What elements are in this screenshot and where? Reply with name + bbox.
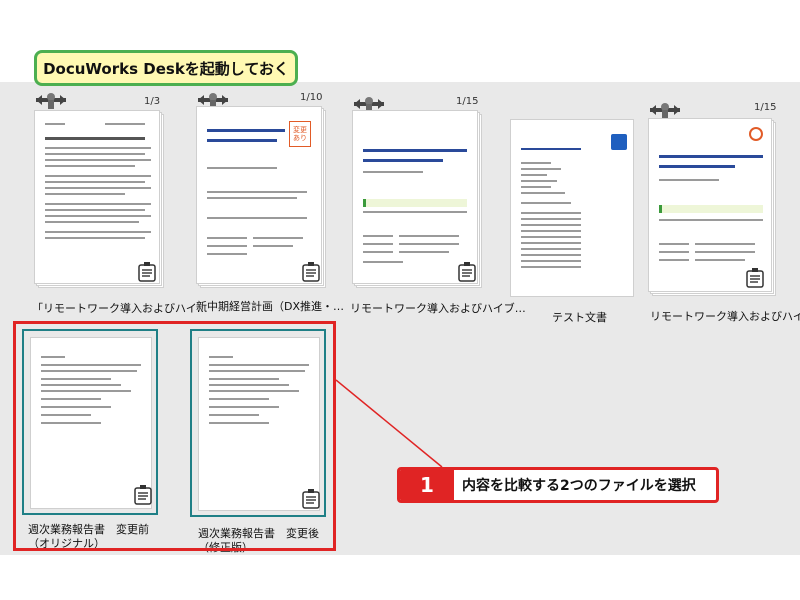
document-thumbnail-5[interactable]: 1/15 リモートワーク導入およびハイ (646, 98, 800, 328)
document-caption: テスト文書 (552, 311, 607, 324)
document-icon (458, 262, 476, 282)
docuworks-desk-window: DocuWorks Deskを起動しておく 1/3 「リモートワーク導入およびハ… (0, 0, 800, 600)
document-thumbnail-3[interactable]: 1/15 リモートワーク導入およびハイブ… (346, 92, 526, 322)
printer-icon (611, 134, 627, 150)
document-page: 変更あり (196, 106, 322, 284)
document-caption: 「リモートワーク導入およびハイ… (32, 302, 208, 315)
document-page (352, 110, 478, 284)
step-instruction: 内容を比較する2つのファイルを選択 (462, 478, 696, 494)
page-count: 1/10 (300, 92, 323, 103)
stamp-mark (749, 127, 763, 141)
document-icon (302, 262, 320, 282)
document-caption: 新中期経営計画（DX推進・… (196, 300, 345, 313)
selection-emphasis-frame (13, 321, 336, 551)
document-page (510, 119, 634, 297)
document-caption: リモートワーク導入およびハイブ… (350, 302, 526, 315)
step-number: 1 (400, 470, 454, 500)
binder-clip-icon (36, 93, 66, 109)
document-icon (746, 268, 764, 288)
step-title-banner: DocuWorks Deskを起動しておく (34, 50, 298, 86)
document-caption: リモートワーク導入およびハイブ… (650, 310, 800, 323)
document-page (648, 118, 772, 292)
page-count: 1/3 (144, 96, 161, 107)
document-page (34, 110, 160, 284)
step-callout: 1 内容を比較する2つのファイルを選択 (397, 467, 719, 503)
document-thumbnail-1[interactable]: 1/3 「リモートワーク導入およびハイ… (28, 92, 208, 322)
document-thumbnail-2[interactable]: 1/10 変更あり 新中期経営計画（DX推進・… (190, 92, 344, 322)
change-stamp: 変更あり (289, 121, 311, 147)
page-count: 1/15 (754, 102, 777, 113)
page-count: 1/15 (456, 96, 479, 107)
document-thumbnail-4[interactable]: テスト文書 (506, 115, 636, 325)
document-icon (138, 262, 156, 282)
